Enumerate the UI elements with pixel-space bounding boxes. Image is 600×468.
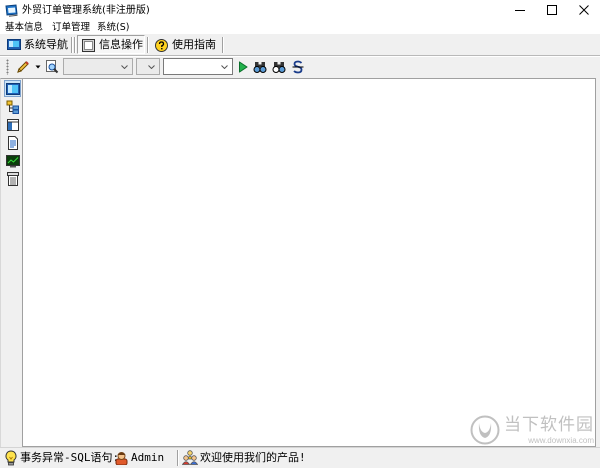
help-icon: [155, 39, 168, 52]
edit-button[interactable]: [14, 58, 32, 76]
user-icon: [115, 452, 128, 465]
pencil-icon: [17, 61, 29, 73]
minimize-icon: [515, 10, 525, 11]
close-icon: [579, 5, 589, 15]
chevron-down-icon[interactable]: [221, 65, 228, 69]
watermark-url: www.downxia.com: [528, 435, 594, 445]
sidebar-button-document[interactable]: [4, 134, 21, 151]
toolbar-separator: [74, 37, 76, 53]
tab-label: 信息操作: [99, 38, 143, 51]
app-window-icon[interactable]: [5, 4, 19, 17]
tab-system-navigation[interactable]: 系统导航: [2, 35, 70, 54]
tab-info-operation[interactable]: 信息操作: [77, 35, 145, 54]
dropdown-arrow-icon: [35, 65, 40, 69]
maximize-button[interactable]: [536, 0, 568, 21]
window-title: 外贸订单管理系统(非注册版): [22, 5, 150, 16]
downxia-logo-icon: [470, 415, 500, 445]
toolbar-separator: [222, 37, 224, 53]
sidebar-button-list[interactable]: [4, 170, 21, 187]
left-view-toolbar: [0, 78, 23, 447]
clear-filter-button[interactable]: [289, 58, 307, 76]
info-operation-icon: [82, 39, 95, 52]
search-document-icon: [46, 60, 59, 74]
watermark-text: 当下软件园 www.downxia.com: [504, 415, 594, 446]
find-next-icon: [272, 62, 286, 73]
toolbar-grip[interactable]: [6, 59, 9, 75]
run-icon: [239, 61, 248, 73]
status-bar: 事务异常-SQL语句: Admin 欢迎使用我们的产品!: [0, 447, 600, 468]
operator-combo[interactable]: [136, 58, 160, 75]
sidebar-button-window-view[interactable]: [4, 80, 21, 97]
menu-order-management[interactable]: 订单管理: [52, 21, 90, 34]
strike-s-icon: [292, 60, 304, 74]
menu-system[interactable]: 系统(S): [97, 21, 129, 34]
run-query-button[interactable]: [236, 58, 250, 76]
query-toolbar: [0, 56, 600, 78]
edit-dropdown-button[interactable]: [33, 58, 42, 76]
welcome-message: 欢迎使用我们的产品!: [200, 451, 306, 464]
lightbulb-icon: [5, 450, 17, 466]
chart-icon: [6, 155, 20, 168]
document-icon: [8, 136, 18, 150]
menu-basic-info[interactable]: 基本信息: [5, 21, 43, 34]
sidebar-button-chart[interactable]: [4, 152, 21, 169]
tab-label: 系统导航: [24, 38, 68, 51]
watermark-name: 当下软件园: [504, 414, 594, 435]
list-icon: [7, 172, 19, 186]
toolbar-separator: [147, 37, 149, 53]
status-panel-divider: [177, 450, 179, 466]
main-workspace[interactable]: [23, 78, 596, 447]
tree-view-icon: [6, 100, 19, 114]
group-icon: [182, 450, 198, 465]
chevron-down-icon[interactable]: [148, 65, 155, 69]
status-message: 事务异常-SQL语句:: [20, 451, 120, 464]
window-view-icon: [6, 83, 20, 95]
value-combo[interactable]: [163, 58, 233, 75]
current-user: Admin: [131, 451, 165, 464]
find-icon: [253, 62, 267, 73]
search-document-button[interactable]: [43, 58, 61, 76]
title-bar: 外贸订单管理系统(非注册版): [0, 0, 600, 21]
panel-view-icon: [7, 119, 19, 131]
sidebar-button-panel-view[interactable]: [4, 116, 21, 133]
find-next-button[interactable]: [270, 58, 288, 76]
module-tab-bar: 系统导航 信息操作 使用指南: [0, 34, 600, 56]
maximize-icon: [547, 5, 557, 15]
close-button[interactable]: [568, 0, 600, 21]
toolbar-separator: [71, 37, 73, 53]
watermark: 当下软件园 www.downxia.com: [470, 414, 594, 446]
navigation-window-icon: [7, 39, 21, 50]
tab-user-guide[interactable]: 使用指南: [150, 35, 220, 54]
field-combo[interactable]: [63, 58, 133, 75]
menu-bar: 基本信息 订单管理 系统(S): [0, 21, 600, 34]
minimize-button[interactable]: [504, 0, 536, 21]
sidebar-button-tree-view[interactable]: [4, 98, 21, 115]
find-button[interactable]: [251, 58, 269, 76]
tab-label: 使用指南: [172, 38, 216, 51]
chevron-down-icon[interactable]: [121, 65, 128, 69]
